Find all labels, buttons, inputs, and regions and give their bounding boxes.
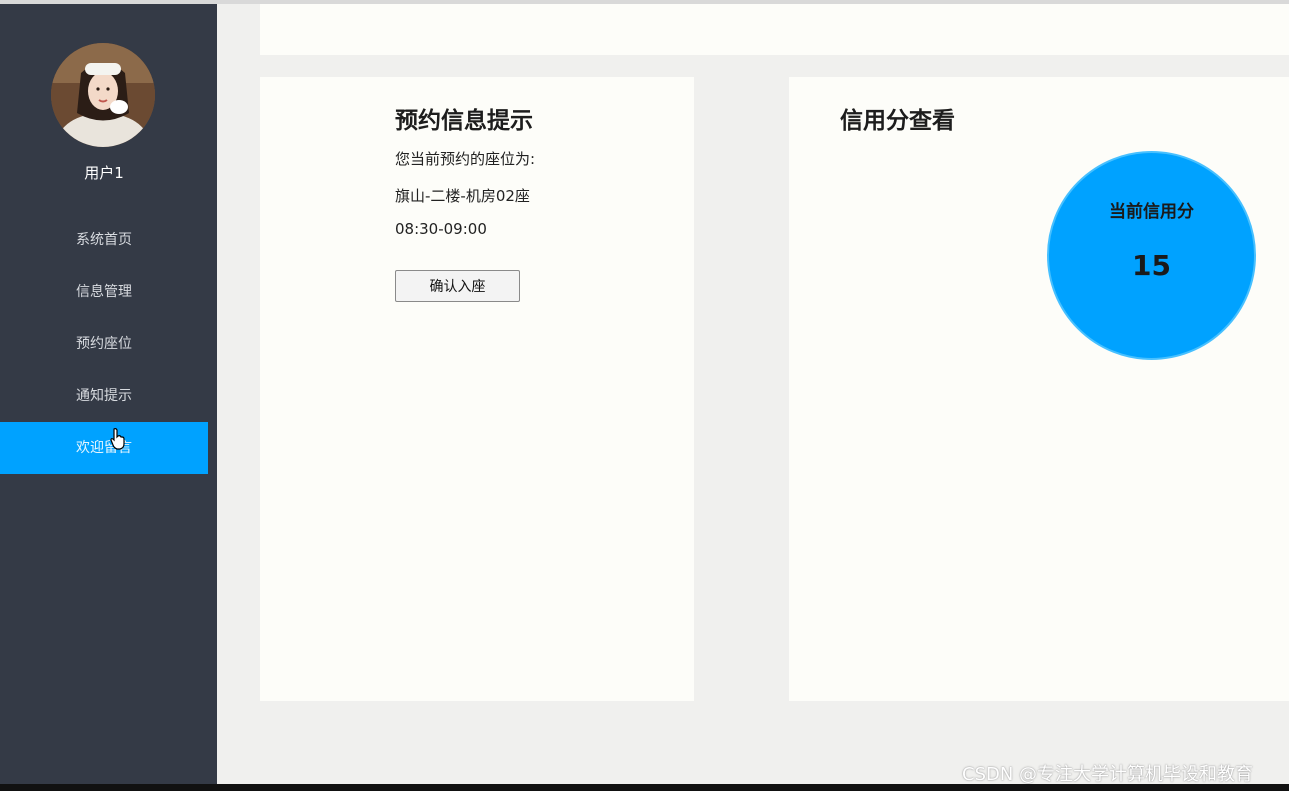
reservation-prompt: 您当前预约的座位为: [395,150,536,168]
credit-card: 信用分查看 当前信用分 15 [789,77,1289,701]
sidebar-item-messages[interactable]: 欢迎留言 [0,422,208,474]
hand-cursor-icon [110,428,125,450]
avatar[interactable] [51,43,155,147]
reservation-seat: 旗山-二楼-机房02座 [395,187,530,205]
confirm-seat-button[interactable]: 确认入座 [395,270,520,302]
sidebar-item-info-management[interactable]: 信息管理 [0,266,208,318]
avatar-image [51,43,155,147]
reservation-title: 预约信息提示 [395,108,533,134]
reservation-card: 预约信息提示 您当前预约的座位为: 旗山-二楼-机房02座 08:30-09:0… [260,77,694,701]
credit-title: 信用分查看 [840,108,955,134]
window-bottom-border [0,784,1289,791]
sidebar-item-notifications[interactable]: 通知提示 [0,370,208,422]
sidebar-item-reserve-seat[interactable]: 预约座位 [0,318,208,370]
sidebar-item-home[interactable]: 系统首页 [0,214,208,266]
credit-score-value: 15 [1132,249,1171,282]
credit-score-label: 当前信用分 [1109,202,1194,222]
top-bar [260,4,1289,55]
sidebar-nav: 系统首页 信息管理 预约座位 通知提示 欢迎留言 [0,214,208,474]
credit-score-circle: 当前信用分 15 [1047,151,1256,360]
reservation-time: 08:30-09:00 [395,220,487,238]
sidebar: 用户1 系统首页 信息管理 预约座位 通知提示 欢迎留言 [0,4,217,784]
watermark: CSDN @专注大学计算机毕设和教育 [962,764,1254,785]
username: 用户1 [84,164,124,182]
